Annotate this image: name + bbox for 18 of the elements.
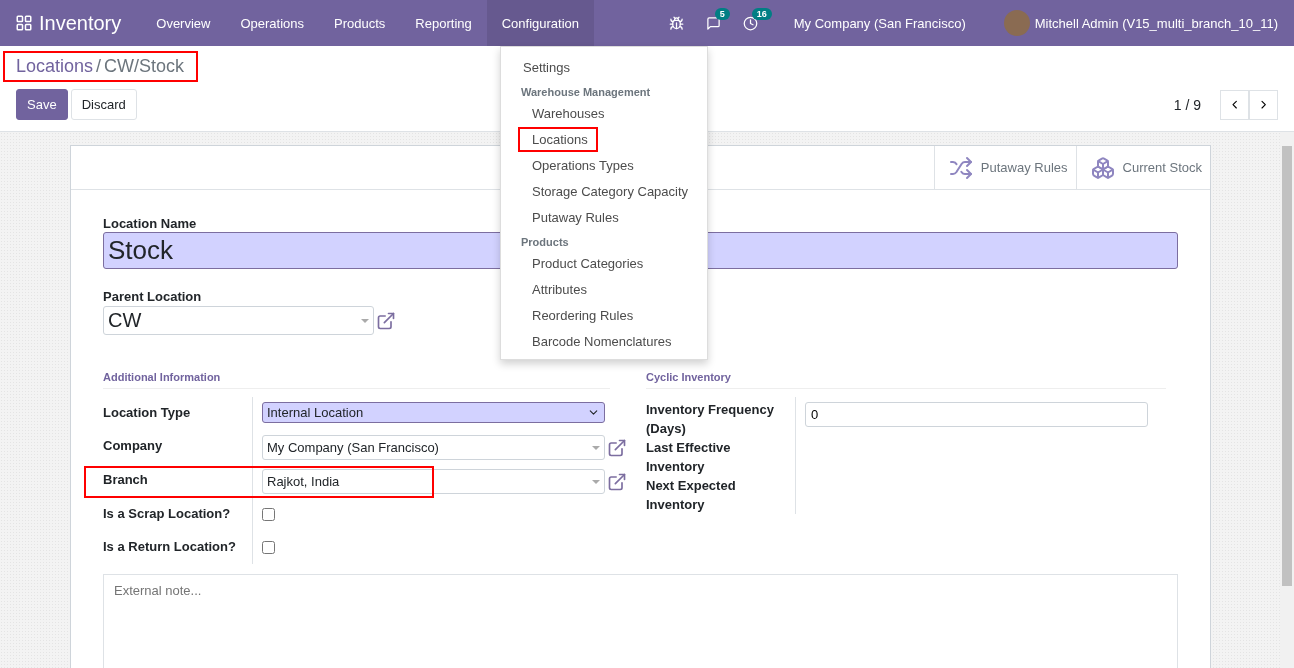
breadcrumb-current: CW/Stock [104, 56, 185, 77]
field-label: Company [103, 430, 253, 464]
section-title: Additional Information [103, 371, 610, 389]
field-label: Last Effective Inventory [646, 439, 732, 476]
field-label: Inventory Frequency (Days) [646, 401, 775, 438]
breadcrumb-separator: / [96, 56, 102, 77]
field-label: Next Expected Inventory [646, 477, 737, 514]
section-title: Cyclic Inventory [646, 371, 1166, 389]
count-badge: 16 [751, 7, 772, 20]
field-label: Is a Return Location? [103, 531, 253, 564]
count-badge: 5 [714, 7, 730, 20]
field-label: Location Type [103, 397, 253, 430]
field-label: Parent Location [103, 289, 202, 304]
field-label: Is a Scrap Location? [103, 498, 253, 531]
field-label: Branch [103, 464, 253, 498]
field-label: Location Name [103, 216, 197, 231]
menu-header: Warehouse Management [520, 85, 652, 100]
menu-header: Products [520, 235, 570, 250]
